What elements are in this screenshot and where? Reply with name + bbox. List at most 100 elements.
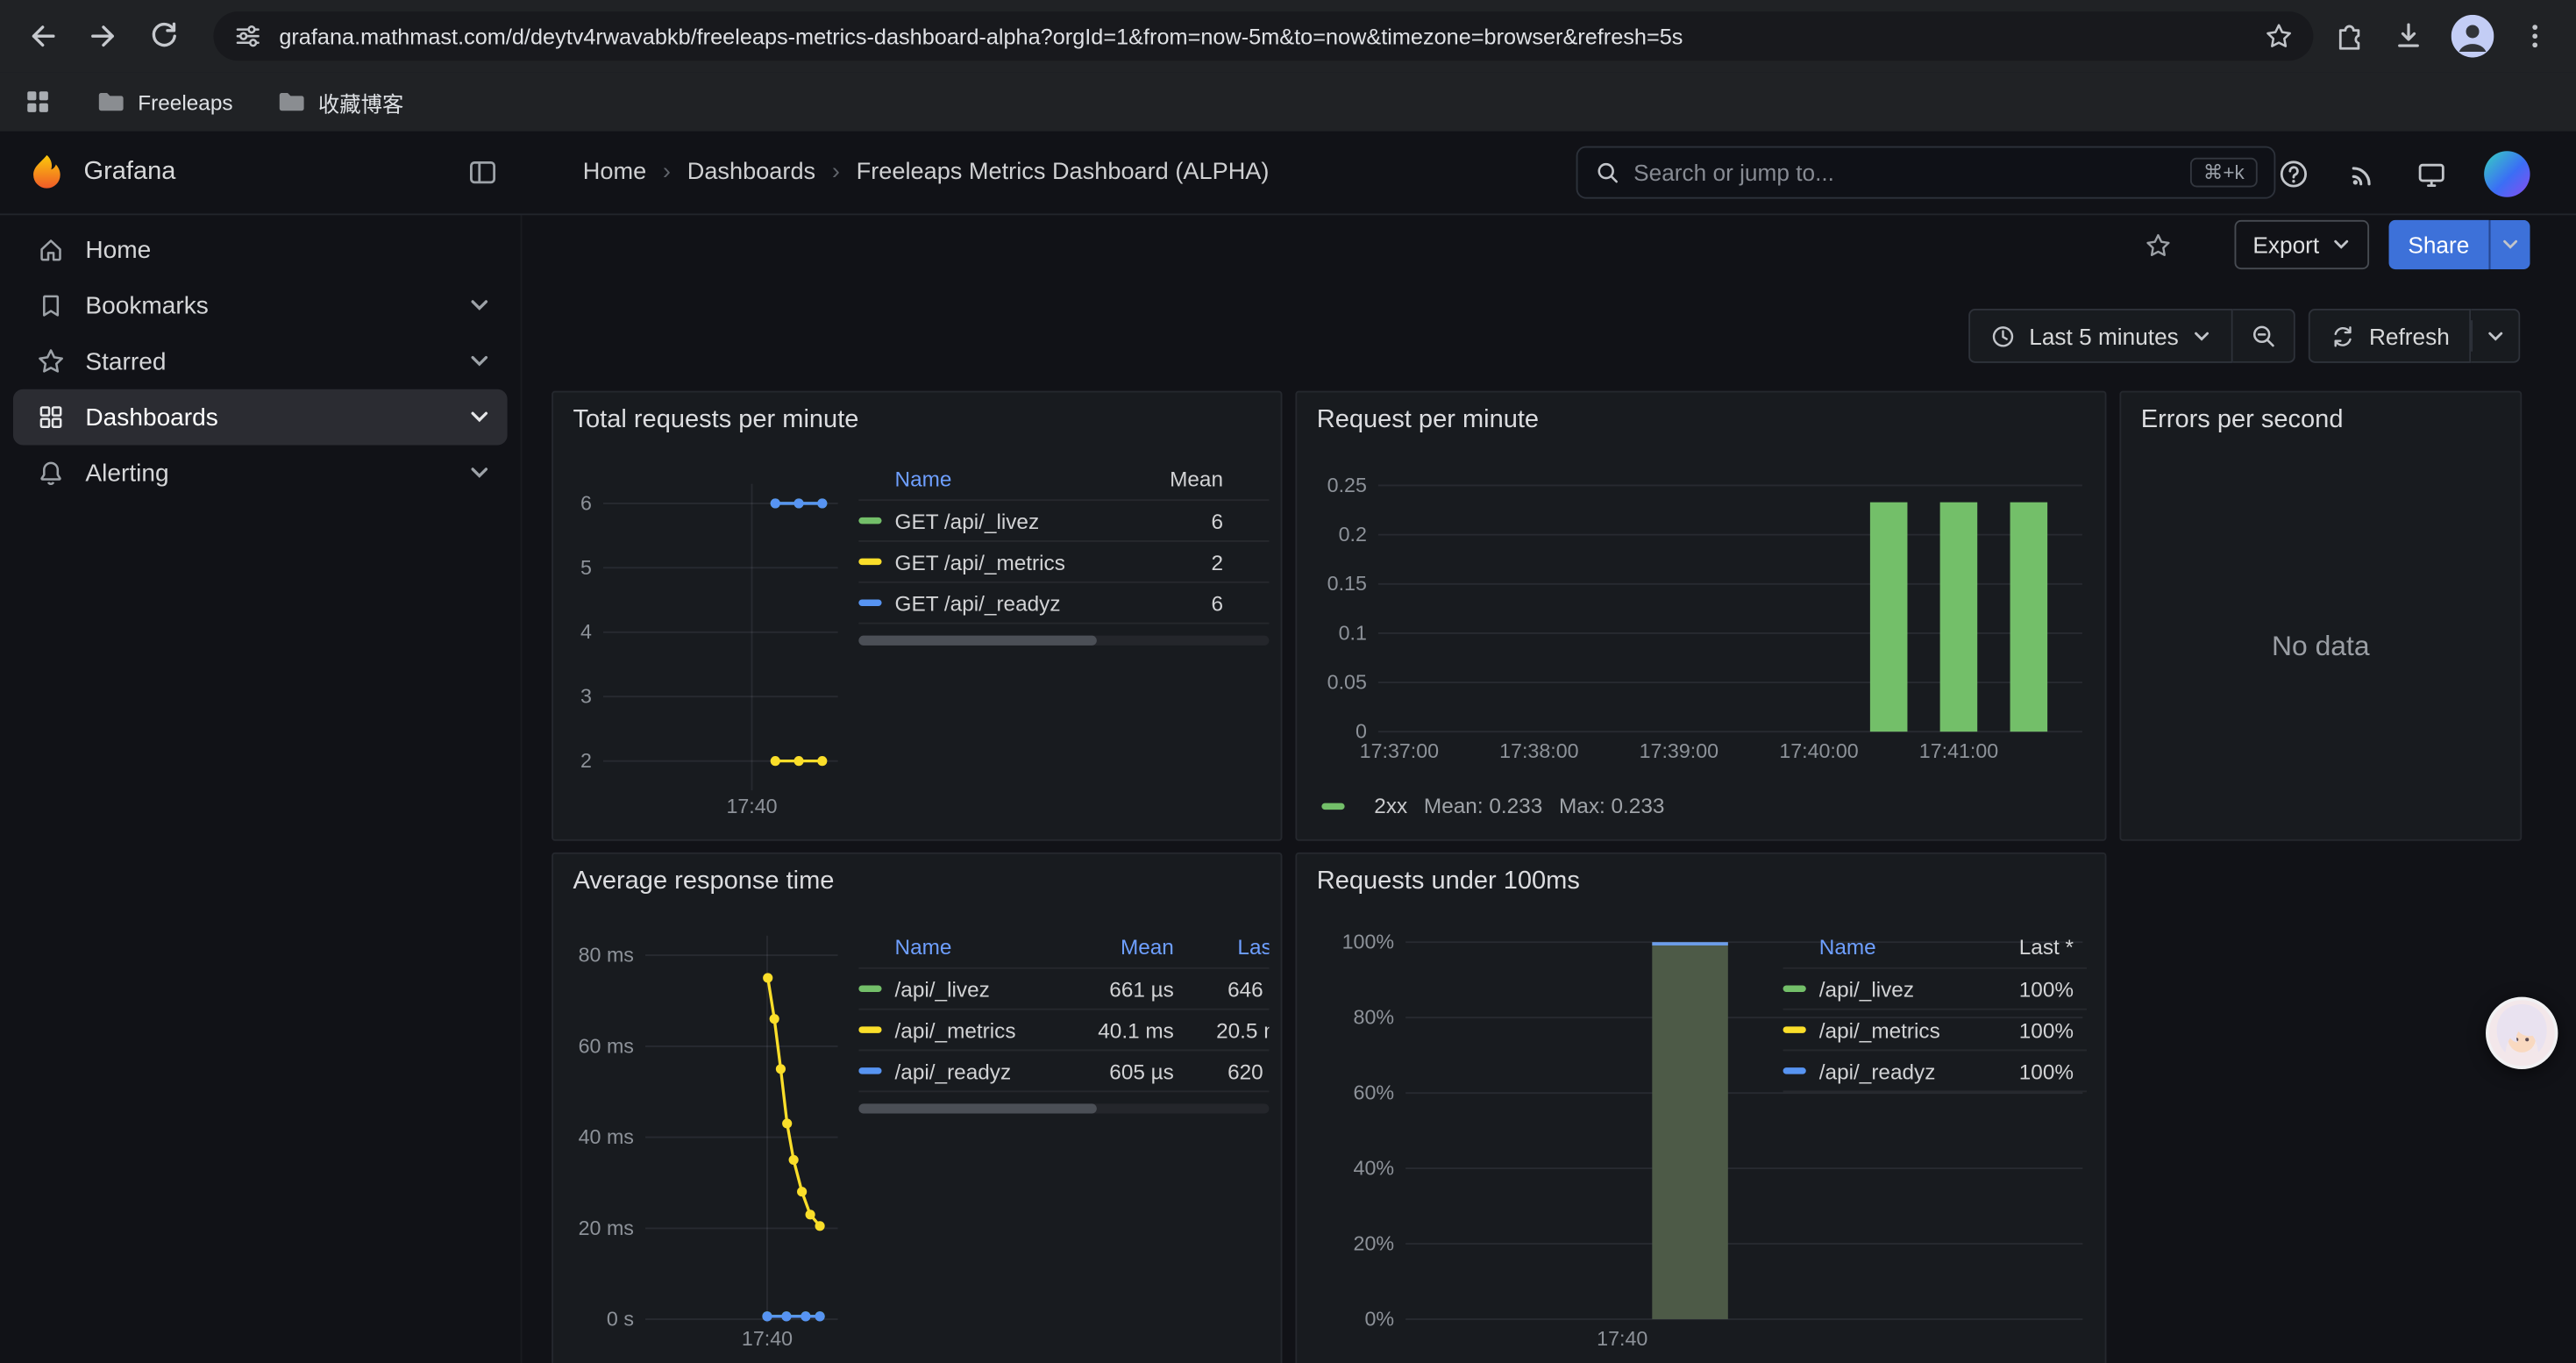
series-name: /api/_metrics [895,1017,1095,1042]
search-input[interactable]: Search or jump to... ⌘+k [1576,146,2276,199]
bookmarks-bar: Freeleaps 收藏博客 [0,72,2576,131]
refresh-button[interactable]: Refresh [2309,309,2471,363]
legend-row[interactable]: GET /api/_readyz 6 [858,583,1269,624]
series-mean: 6 [1131,590,1223,615]
time-range-picker[interactable]: Last 5 minutes [1968,309,2233,363]
series-color-swatch [1783,1067,1806,1074]
series-name: /api/_readyz [895,1059,1095,1083]
legend-header: Name Mean [858,458,1269,501]
extensions-icon[interactable] [2333,19,2366,52]
series-color-swatch [858,1067,881,1074]
sidebar-toggle-icon[interactable] [466,156,499,189]
legend-row[interactable]: GET /api/_metrics 2 [858,542,1269,583]
sidebar-item-dashboards[interactable]: Dashboards [13,389,508,446]
panel-title[interactable]: Request per minute [1297,393,2104,436]
svg-text:20 ms: 20 ms [579,1217,634,1239]
sidebar: Home Bookmarks Starred Dashboards [0,215,522,1363]
refresh-interval-button[interactable] [2471,309,2520,363]
sidebar-item-bookmarks[interactable]: Bookmarks [13,277,508,333]
url-bar[interactable]: grafana.mathmast.com/d/deytv4rwavabkb/fr… [213,11,2313,61]
legend-row[interactable]: /api/_livez 100% [1783,969,2087,1010]
legend-col-last[interactable]: Last * [1989,934,2074,959]
bookmark-item-blog[interactable]: 收藏博客 [275,86,403,118]
breadcrumb-separator: › [663,160,671,186]
user-avatar[interactable] [2484,150,2530,196]
breadcrumb-dashboards[interactable]: Dashboards [687,160,815,186]
legend-row[interactable]: /api/_metrics 40.1 ms 20.5 ms [858,1010,1269,1052]
monitor-icon[interactable] [2415,157,2447,189]
legend-scrollbar[interactable] [858,1103,1269,1113]
browser-menu-icon[interactable] [2520,21,2550,51]
legend-table: Name Last * /api/_livez 100% /api/_metri… [1783,926,2087,1092]
legend-row[interactable]: /api/_metrics 100% [1783,1010,2087,1052]
legend-col-name[interactable]: Name [895,934,1095,959]
share-menu-button[interactable] [2489,220,2530,269]
browser-profile-avatar[interactable] [2451,15,2494,58]
sidebar-item-alerting[interactable]: Alerting [13,445,508,501]
bookmark-star-icon[interactable] [2264,21,2294,51]
legend-row[interactable]: /api/_livez 661 µs 646 µs [858,969,1269,1010]
zoom-out-button[interactable] [2233,309,2295,363]
legend-row[interactable]: GET /api/_livez 6 [858,501,1269,542]
help-icon[interactable] [2277,157,2309,189]
series-name: 2xx [1374,793,1407,817]
legend-scrollbar[interactable] [858,636,1269,646]
dashboard-toolbar: Export Share [2145,218,2530,271]
svg-text:17:40:00: 17:40:00 [1779,739,1858,762]
chevron-down-icon[interactable] [468,461,491,484]
legend-col-name[interactable]: Name [895,467,1132,491]
series-name: /api/_livez [895,976,1095,1001]
scrollbar-thumb[interactable] [858,636,1097,646]
panel-title[interactable]: Errors per second [2121,393,2520,436]
floating-avatar-widget[interactable] [2486,997,2558,1069]
svg-text:0.05: 0.05 [1327,670,1367,693]
sidebar-item-label: Bookmarks [85,291,208,319]
sidebar-item-home[interactable]: Home [13,222,508,278]
chevron-down-icon [2192,326,2211,346]
svg-text:0.2: 0.2 [1339,523,1367,546]
legend-col-mean[interactable]: Mean [1131,467,1223,491]
news-rss-icon[interactable] [2346,157,2379,189]
site-settings-icon[interactable] [233,21,263,51]
series-mean: Mean: 0.233 [1424,793,1542,817]
legend-header: Name Mean Last * [858,926,1269,969]
back-button[interactable] [18,11,68,61]
legend[interactable]: 2xx Mean: 0.233 Max: 0.233 [1321,793,1664,817]
export-button[interactable]: Export [2235,220,2369,269]
chevron-down-icon[interactable] [468,406,491,429]
legend-row[interactable]: /api/_readyz 605 µs 620 µs [858,1051,1269,1092]
reload-button[interactable] [139,11,189,61]
sidebar-item-label: Home [85,236,151,264]
grafana-logo[interactable] [26,152,68,193]
breadcrumb-home[interactable]: Home [583,160,646,186]
legend-col-name[interactable]: Name [1819,934,1989,959]
series-mean: 661 µs [1095,976,1174,1001]
svg-text:17:39:00: 17:39:00 [1640,739,1719,762]
series-color-swatch [858,599,881,605]
request-per-minute-chart[interactable]: 0.250.20.150.10.05017:37:0017:38:0017:39… [1297,393,2104,839]
chevron-down-icon [2330,235,2350,254]
panel-title[interactable]: Total requests per minute [553,393,1281,436]
sidebar-item-starred[interactable]: Starred [13,333,508,389]
scrollbar-thumb[interactable] [858,1103,1097,1113]
legend-col-last[interactable]: Last * [1193,934,1269,959]
search-shortcut: ⌘+k [2190,158,2258,188]
svg-text:4: 4 [580,620,592,643]
panel-title[interactable]: Average response time [553,854,1281,897]
search-icon [1594,160,1620,186]
favorite-star-icon[interactable] [2145,231,2173,259]
downloads-icon[interactable] [2392,19,2424,52]
panel-title[interactable]: Requests under 100ms [1297,854,2104,897]
share-button[interactable]: Share [2388,220,2489,269]
forward-button[interactable] [79,11,128,61]
svg-text:100%: 100% [1342,931,1394,953]
series-color-swatch [858,559,881,565]
apps-grid-icon[interactable] [23,87,53,117]
legend-row[interactable]: /api/_readyz 100% [1783,1051,2087,1092]
chevron-down-icon[interactable] [468,350,491,373]
url-text: grafana.mathmast.com/d/deytv4rwavabkb/fr… [279,24,2264,48]
chevron-down-icon[interactable] [468,294,491,317]
svg-text:40%: 40% [1354,1157,1395,1180]
bookmark-item-freeleaps[interactable]: Freeleaps [96,87,233,117]
legend-col-mean[interactable]: Mean [1095,934,1174,959]
